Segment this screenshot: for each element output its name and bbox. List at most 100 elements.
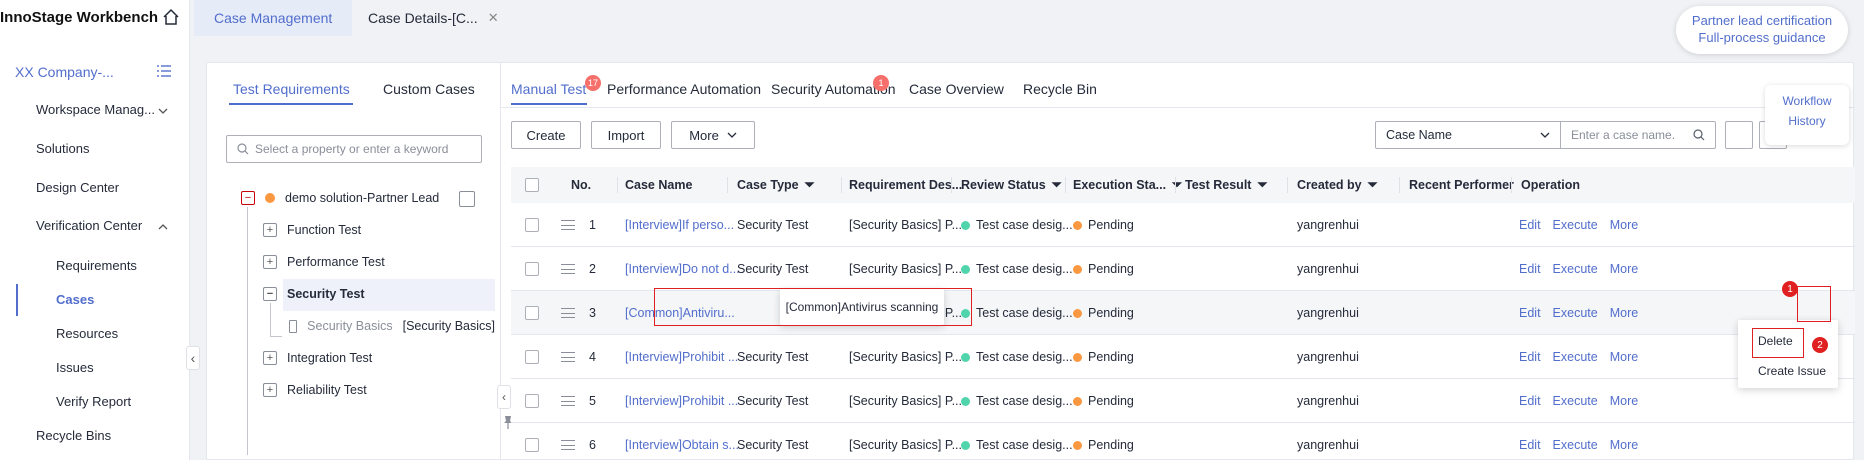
row-checkbox[interactable] (525, 423, 539, 460)
tree-search-input[interactable]: Select a property or enter a keyword (226, 135, 482, 163)
edit-link[interactable]: Edit (1519, 306, 1541, 320)
tab-case-overview[interactable]: Case Overview (909, 81, 1004, 97)
tab-case-management[interactable]: Case Management (194, 0, 353, 36)
sidebar-collapse-button[interactable]: ‹ (186, 346, 200, 370)
checkbox[interactable] (525, 350, 539, 364)
expand-icon[interactable]: + (263, 383, 277, 397)
home-icon[interactable] (162, 8, 180, 26)
search-icon[interactable] (1693, 129, 1705, 141)
execute-link[interactable]: Execute (1553, 394, 1598, 408)
filter-icon[interactable]: ⏷ (1257, 178, 1267, 193)
col-case-type[interactable]: Case Type ⏷ (737, 167, 815, 203)
checkbox[interactable] (525, 262, 539, 276)
tab-recycle-bin[interactable]: Recycle Bin (1023, 81, 1097, 97)
row-checkbox[interactable] (525, 379, 539, 423)
close-icon[interactable]: ✕ (488, 10, 499, 26)
workflow-link[interactable]: Workflow (1765, 91, 1849, 111)
col-created-by[interactable]: Created by ⏷ (1297, 167, 1378, 203)
row-checkbox[interactable] (525, 335, 539, 379)
sidebar-item-cases[interactable]: Cases (56, 292, 94, 307)
execute-link[interactable]: Execute (1553, 350, 1598, 364)
filter-icon[interactable]: ⏷ (1052, 178, 1062, 193)
row-checkbox[interactable] (525, 247, 539, 291)
case-name-link[interactable]: [Interview]Obtain s... (625, 423, 739, 460)
sidebar-item-solutions[interactable]: Solutions (36, 141, 89, 156)
edit-link[interactable]: Edit (1519, 218, 1541, 232)
partner-guidance-button[interactable]: Partner lead certification Full-process … (1676, 6, 1848, 54)
more-link[interactable]: More (1610, 262, 1638, 276)
tree-node-reliability-test[interactable]: + Reliability Test (263, 383, 367, 397)
drag-handle-icon[interactable] (561, 396, 575, 406)
case-name-link[interactable]: [Interview]Prohibit ... (625, 379, 738, 423)
tab-custom-cases[interactable]: Custom Cases (383, 81, 475, 97)
tab-manual-test[interactable]: Manual Test (511, 81, 586, 97)
filter-icon[interactable]: ⏷ (805, 178, 815, 193)
col-review-status[interactable]: Review Status ⏷ (961, 167, 1062, 203)
case-name-link[interactable]: [Interview]If perso... (625, 203, 734, 247)
drag-handle-icon[interactable] (561, 264, 575, 274)
edit-link[interactable]: Edit (1519, 262, 1541, 276)
tree-node-security-test[interactable]: − Security Test (263, 287, 365, 301)
tree-filter-icon[interactable] (459, 191, 475, 207)
drag-handle-icon[interactable] (561, 440, 575, 450)
tree-node-integration-test[interactable]: + Integration Test (263, 351, 372, 365)
checkbox[interactable] (525, 218, 539, 232)
tab-case-details[interactable]: Case Details-[C... ✕ (348, 0, 519, 36)
sidebar-item-resources[interactable]: Resources (56, 326, 118, 341)
checkbox[interactable] (525, 394, 539, 408)
row-checkbox[interactable] (525, 203, 539, 247)
drag-handle-icon[interactable] (561, 308, 575, 318)
more-link[interactable]: More (1610, 394, 1638, 408)
expand-icon[interactable]: + (263, 351, 277, 365)
sidebar-item-issues[interactable]: Issues (56, 360, 94, 375)
edit-link[interactable]: Edit (1519, 350, 1541, 364)
checkbox[interactable] (525, 438, 539, 452)
col-execution-status[interactable]: Execution Sta... ⏷ (1073, 167, 1182, 203)
sidebar-item-verification-center[interactable]: Verification Center (36, 218, 142, 233)
company-selector[interactable]: XX Company-... (15, 64, 114, 80)
tree-leaf-security-basics[interactable]: Security Basics [Security Basics] (289, 319, 495, 333)
drag-handle-icon[interactable] (561, 220, 575, 230)
execute-link[interactable]: Execute (1553, 438, 1598, 452)
col-test-result[interactable]: Test Result ⏷ (1185, 167, 1267, 203)
sidebar-item-requirements[interactable]: Requirements (56, 258, 137, 273)
drag-handle-icon[interactable] (561, 352, 575, 362)
refresh-button[interactable] (1725, 121, 1753, 149)
more-link[interactable]: More (1610, 306, 1638, 320)
create-button[interactable]: Create (511, 121, 581, 149)
tree-node-performance-test[interactable]: + Performance Test (263, 255, 385, 269)
sidebar-item-workspace[interactable]: Workspace Manag... (36, 102, 155, 117)
more-link[interactable]: More (1610, 438, 1638, 452)
create-issue-menu-item[interactable]: Create Issue (1758, 364, 1826, 378)
sidebar-item-verify-report[interactable]: Verify Report (56, 394, 131, 409)
import-button[interactable]: Import (591, 121, 661, 149)
list-icon[interactable] (156, 64, 172, 78)
expand-icon[interactable]: + (263, 255, 277, 269)
filter-icon[interactable]: ⏷ (1172, 178, 1182, 193)
history-link[interactable]: History (1765, 111, 1849, 131)
sidebar-item-recycle-bins[interactable]: Recycle Bins (36, 428, 111, 443)
tab-test-requirements[interactable]: Test Requirements (233, 81, 350, 97)
case-name-link[interactable]: [Interview]Prohibit ... (625, 335, 738, 379)
checkbox[interactable] (525, 178, 539, 192)
select-all-checkbox[interactable] (525, 167, 539, 203)
row-checkbox[interactable] (525, 291, 539, 335)
execute-link[interactable]: Execute (1553, 218, 1598, 232)
case-name-link[interactable]: [Interview]Do not d... (625, 247, 740, 291)
filter-icon[interactable]: ⏷ (1368, 178, 1378, 193)
more-link[interactable]: More (1610, 218, 1638, 232)
edit-link[interactable]: Edit (1519, 438, 1541, 452)
case-search-input[interactable]: Enter a case name. (1560, 121, 1716, 149)
search-field-select[interactable]: Case Name (1375, 121, 1561, 149)
execute-link[interactable]: Execute (1553, 306, 1598, 320)
expand-icon[interactable]: + (263, 223, 277, 237)
edit-link[interactable]: Edit (1519, 394, 1541, 408)
collapse-icon[interactable]: − (241, 191, 255, 205)
checkbox[interactable] (525, 306, 539, 320)
tree-node-function-test[interactable]: + Function Test (263, 223, 361, 237)
tab-performance-automation[interactable]: Performance Automation (607, 81, 761, 97)
sidebar-item-design-center[interactable]: Design Center (36, 180, 119, 195)
more-menu-button[interactable]: More (671, 121, 755, 149)
tree-root-node[interactable]: − demo solution-Partner Lead (241, 191, 439, 205)
execute-link[interactable]: Execute (1553, 262, 1598, 276)
